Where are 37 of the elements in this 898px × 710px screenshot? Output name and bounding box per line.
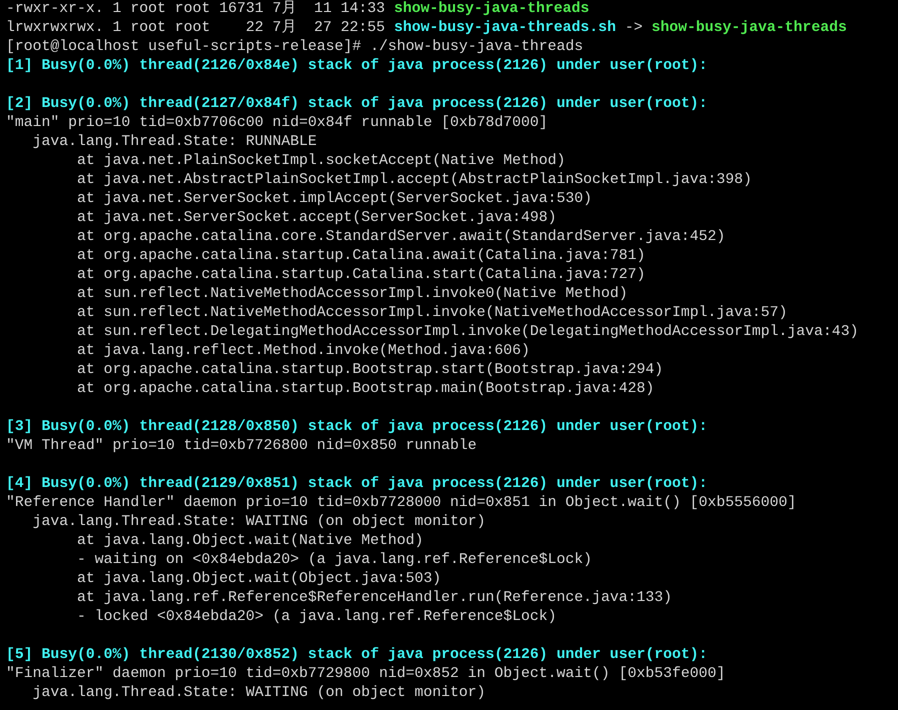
terminal-line: [root@localhost useful-scripts-release]# ./show-busy-java-threads (6, 38, 584, 57)
terminal-line: at java.net.AbstractPlainSocketImpl.accept(AbstractPlainSocketImpl.java:398) (76, 171, 753, 190)
terminal-line: java.lang.Thread.State: WAITING (on object monitor) (32, 513, 486, 532)
terminal-line: at java.net.ServerSocket.accept(ServerSocket.java:498) (76, 209, 558, 228)
terminal-line: "VM Thread" prio=10 tid=0xb7726800 nid=0x850 runnable (6, 437, 478, 456)
terminal-text: -> (624, 19, 644, 38)
file-name: show-busy-java-threads.sh (394, 19, 616, 38)
terminal-line: [2] Busy(0.0%) thread(2127/0x84f) stack of java process(2126) under user(root): (6, 95, 708, 114)
terminal-line: at org.apache.catalina.core.StandardServer.await(StandardServer.java:452) (76, 228, 726, 247)
terminal-line: at java.lang.Object.wait(Object.java:503) (76, 570, 442, 589)
terminal-line: at org.apache.catalina.startup.Catalina.start(Catalina.java:727) (76, 266, 646, 285)
terminal-line: [5] Busy(0.0%) thread(2130/0x852) stack of java process(2126) under user(root): (6, 646, 708, 665)
terminal-line: java.lang.Thread.State: WAITING (on object monitor) (32, 684, 486, 703)
terminal-line: [1] Busy(0.0%) thread(2126/0x84e) stack of java process(2126) under user(root): (6, 57, 708, 76)
terminal-line: at java.lang.Object.wait(Native Method) (76, 532, 424, 551)
terminal-line: [4] Busy(0.0%) thread(2129/0x851) stack of java process(2126) under user(root): (6, 475, 708, 494)
terminal-line: "main" prio=10 tid=0xb7706c00 nid=0x84f runnable [0xb78d7000] (6, 114, 549, 133)
file-name: show-busy-java-threads (651, 19, 847, 38)
terminal-line: at sun.reflect.NativeMethodAccessorImpl.invoke(NativeMethodAccessorImpl.java:57) (76, 304, 788, 323)
terminal-line: - locked <0x84ebda20> (a java.lang.ref.Reference$Lock) (76, 608, 558, 627)
terminal-line: at org.apache.catalina.startup.Bootstrap.start(Bootstrap.java:294) (76, 361, 664, 380)
terminal-text: -rwxr-xr-x. 1 root root 16731 7月 11 14:33 (6, 0, 386, 19)
terminal-text: lrwxrwxrwx. 1 root root 22 7月 27 22:55 (6, 19, 386, 38)
terminal-line: at sun.reflect.NativeMethodAccessorImpl.invoke0(Native Method) (76, 285, 629, 304)
terminal-line: [3] Busy(0.0%) thread(2128/0x850) stack of java process(2126) under user(root): (6, 418, 708, 437)
terminal-line: - waiting on <0x84ebda20> (a java.lang.ref.Reference$Lock) (76, 551, 594, 570)
terminal-line: at sun.reflect.DelegatingMethodAccessorImpl.invoke(DelegatingMethodAccessorImpl.java:43) (76, 323, 860, 342)
terminal-line: at java.net.PlainSocketImpl.socketAccept(Native Method) (76, 152, 566, 171)
terminal-line: "Finalizer" daemon prio=10 tid=0xb7729800 nid=0x852 in Object.wait() [0xb53fe000] (6, 665, 726, 684)
terminal-line: at org.apache.catalina.startup.Catalina.await(Catalina.java:781) (76, 247, 646, 266)
terminal-line: "Reference Handler" daemon prio=10 tid=0xb7728000 nid=0x851 in Object.wait() [0xb5556000] (6, 494, 798, 513)
terminal-line: at java.net.ServerSocket.implAccept(ServerSocket.java:530) (76, 190, 594, 209)
terminal-line: at java.lang.reflect.Method.invoke(Method.java:606) (76, 342, 531, 361)
terminal-line: at java.lang.ref.Reference$ReferenceHandler.run(Reference.java:133) (76, 589, 673, 608)
file-name: show-busy-java-threads (394, 0, 590, 19)
terminal-line: at org.apache.catalina.startup.Bootstrap.main(Bootstrap.java:428) (76, 380, 656, 399)
terminal-line: java.lang.Thread.State: RUNNABLE (32, 133, 318, 152)
